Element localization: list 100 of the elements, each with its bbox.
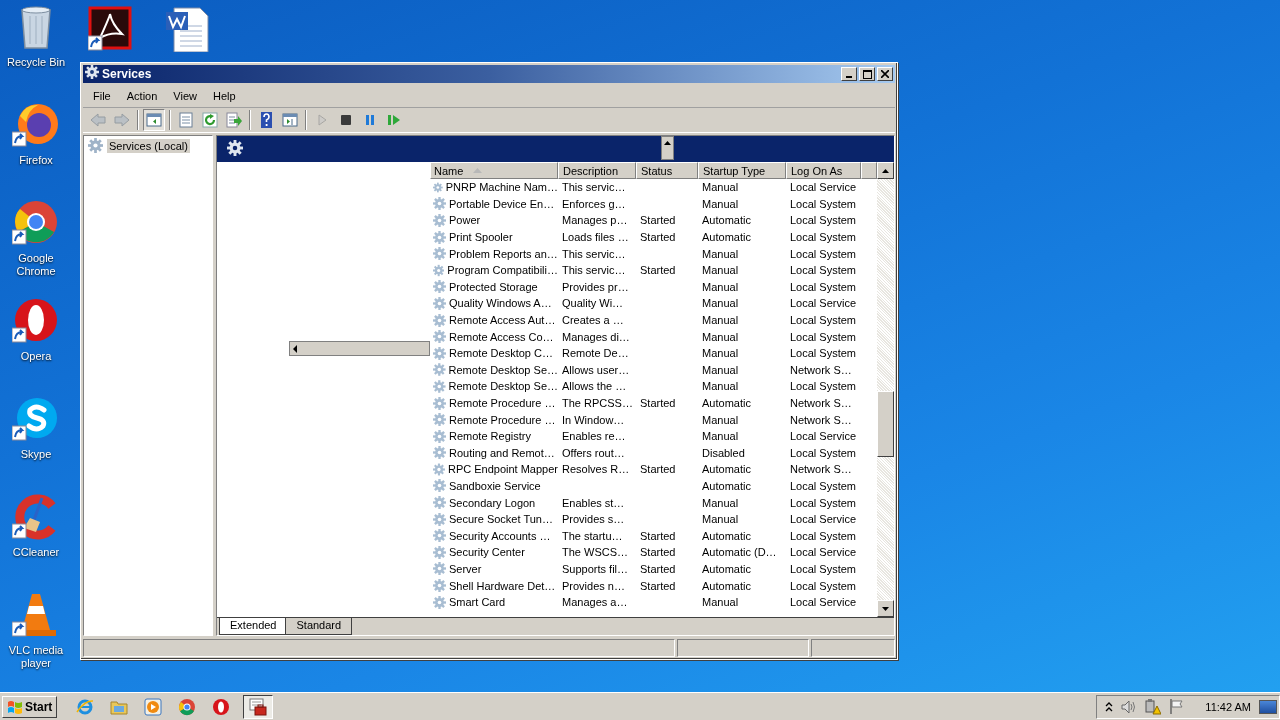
gear-icon xyxy=(433,180,443,194)
service-name[interactable]: Remote Procedure … xyxy=(449,413,556,426)
service-name[interactable]: Power xyxy=(449,214,481,227)
icon-label[interactable]: VLC media player xyxy=(2,644,70,670)
column-header[interactable]: Name xyxy=(430,162,558,179)
table-cell: Local System xyxy=(790,247,857,260)
menu-item[interactable]: Help xyxy=(204,87,244,105)
start-button[interactable]: Start xyxy=(2,695,58,718)
menu-item[interactable]: View xyxy=(165,87,205,105)
console-tree-button[interactable] xyxy=(143,109,165,131)
menu-item[interactable]: Action xyxy=(118,87,166,105)
gear-icon xyxy=(433,562,446,576)
table-cell: The startu… xyxy=(562,529,623,542)
service-name[interactable]: Protected Storage xyxy=(449,280,538,293)
icon-label[interactable]: Opera xyxy=(2,350,70,363)
gear-icon xyxy=(433,529,446,543)
gear-icon xyxy=(433,230,446,244)
icon-label[interactable]: Skype xyxy=(2,448,70,461)
service-name[interactable]: Smart Card xyxy=(449,596,506,609)
service-name[interactable]: Shell Hardware Det… xyxy=(449,579,556,592)
service-name[interactable]: Quality Windows A… xyxy=(449,297,552,310)
properties-icon xyxy=(178,112,194,128)
taskbar-button[interactable] xyxy=(243,694,274,719)
windows-logo-icon xyxy=(7,698,23,715)
table-cell: Disabled xyxy=(702,446,745,459)
table-cell: Provides n… xyxy=(562,579,625,592)
scroll-bar[interactable] xyxy=(877,162,894,617)
table-cell: Network S… xyxy=(790,397,852,409)
scroll-arrow-icon xyxy=(881,605,890,612)
refresh-icon xyxy=(202,112,218,128)
service-name[interactable]: PNRP Machine Nam… xyxy=(445,181,558,194)
service-name[interactable]: Secondary Logon xyxy=(449,496,536,509)
icon-label[interactable]: Google Chrome xyxy=(2,252,70,278)
service-name[interactable]: Security Center xyxy=(449,546,525,559)
service-name[interactable]: Remote Desktop Se… xyxy=(448,380,558,393)
table-cell: Local System xyxy=(790,480,857,492)
table-cell: Manual xyxy=(702,314,739,327)
service-name[interactable]: Remote Procedure … xyxy=(449,397,556,409)
clock[interactable]: 11:42 AM xyxy=(1205,700,1251,713)
column-header[interactable]: Status xyxy=(636,162,698,179)
browser-icon xyxy=(12,102,60,148)
service-name[interactable]: Security Accounts … xyxy=(449,529,551,542)
service-name[interactable]: Remote Desktop C… xyxy=(449,347,553,360)
icon-label[interactable]: Recycle Bin xyxy=(2,56,70,69)
show-desktop-button[interactable] xyxy=(1259,699,1277,714)
column-header[interactable]: Startup Type xyxy=(698,162,786,179)
service-name[interactable]: Remote Desktop Se… xyxy=(448,363,558,376)
table-cell: Started xyxy=(640,529,676,542)
speaker-icon[interactable] xyxy=(1121,699,1138,714)
table-cell: Started xyxy=(640,214,676,227)
minimize-button[interactable] xyxy=(841,67,857,81)
table-cell: Started xyxy=(640,397,676,409)
refresh-button[interactable] xyxy=(199,109,221,131)
service-name[interactable]: Program Compatibili… xyxy=(447,264,558,277)
service-name[interactable]: Secure Socket Tun… xyxy=(449,513,553,526)
service-name[interactable]: Portable Device En… xyxy=(449,197,555,210)
column-header[interactable]: Log On As xyxy=(786,162,861,179)
export-list-button[interactable] xyxy=(223,109,245,131)
column-header[interactable]: Description xyxy=(558,162,636,179)
maximize-button[interactable] xyxy=(859,67,875,81)
scroll-up-button[interactable] xyxy=(877,162,894,179)
service-name[interactable]: RPC Endpoint Mapper xyxy=(447,463,558,476)
table-cell: Started xyxy=(640,264,676,277)
maximize-icon xyxy=(862,69,872,79)
scroll-down-button[interactable] xyxy=(877,600,894,617)
service-name[interactable]: Remote Access Co… xyxy=(449,330,554,343)
table-cell: The RPCSS… xyxy=(562,397,633,409)
gear-icon xyxy=(433,197,446,211)
chat-app-icon xyxy=(12,396,60,442)
flag-icon[interactable] xyxy=(1169,699,1186,714)
gear-icon xyxy=(433,247,446,261)
service-name[interactable]: Problem Reports an… xyxy=(449,247,558,260)
table-cell: Local Service xyxy=(790,181,857,194)
scroll-thumb[interactable] xyxy=(877,391,894,457)
tab[interactable]: Standard xyxy=(285,618,353,635)
table-cell: Manual xyxy=(702,413,739,426)
icon-label[interactable]: Firefox xyxy=(2,154,70,167)
service-name[interactable]: Remote Access Aut… xyxy=(449,314,556,327)
tab[interactable]: Extended xyxy=(219,618,288,635)
close-button[interactable] xyxy=(877,67,893,81)
service-name[interactable]: Remote Registry xyxy=(449,430,531,443)
media-player-icon xyxy=(144,697,163,716)
service-name[interactable]: Server xyxy=(449,562,482,575)
browser-icon xyxy=(178,697,197,716)
service-name[interactable]: Routing and Remot… xyxy=(449,446,555,459)
table-cell: Provides pr… xyxy=(562,280,629,293)
network-warning-icon[interactable] xyxy=(1145,698,1162,715)
table-cell: Automatic xyxy=(702,397,751,409)
table-cell: Supports fil… xyxy=(562,562,629,575)
menu-item[interactable]: File xyxy=(85,87,119,105)
service-name[interactable]: Print Spooler xyxy=(449,231,513,244)
gear-icon xyxy=(433,496,446,510)
table-cell: Manual xyxy=(702,330,739,343)
browser-icon xyxy=(212,697,231,716)
tree-item[interactable]: Services (Local) xyxy=(107,138,190,153)
service-name[interactable]: Sandboxie Service xyxy=(449,480,541,492)
column-header xyxy=(861,162,877,179)
icon-label[interactable]: CCleaner xyxy=(2,546,70,559)
chevron-icon[interactable] xyxy=(1105,701,1114,712)
gear-icon xyxy=(433,263,445,277)
